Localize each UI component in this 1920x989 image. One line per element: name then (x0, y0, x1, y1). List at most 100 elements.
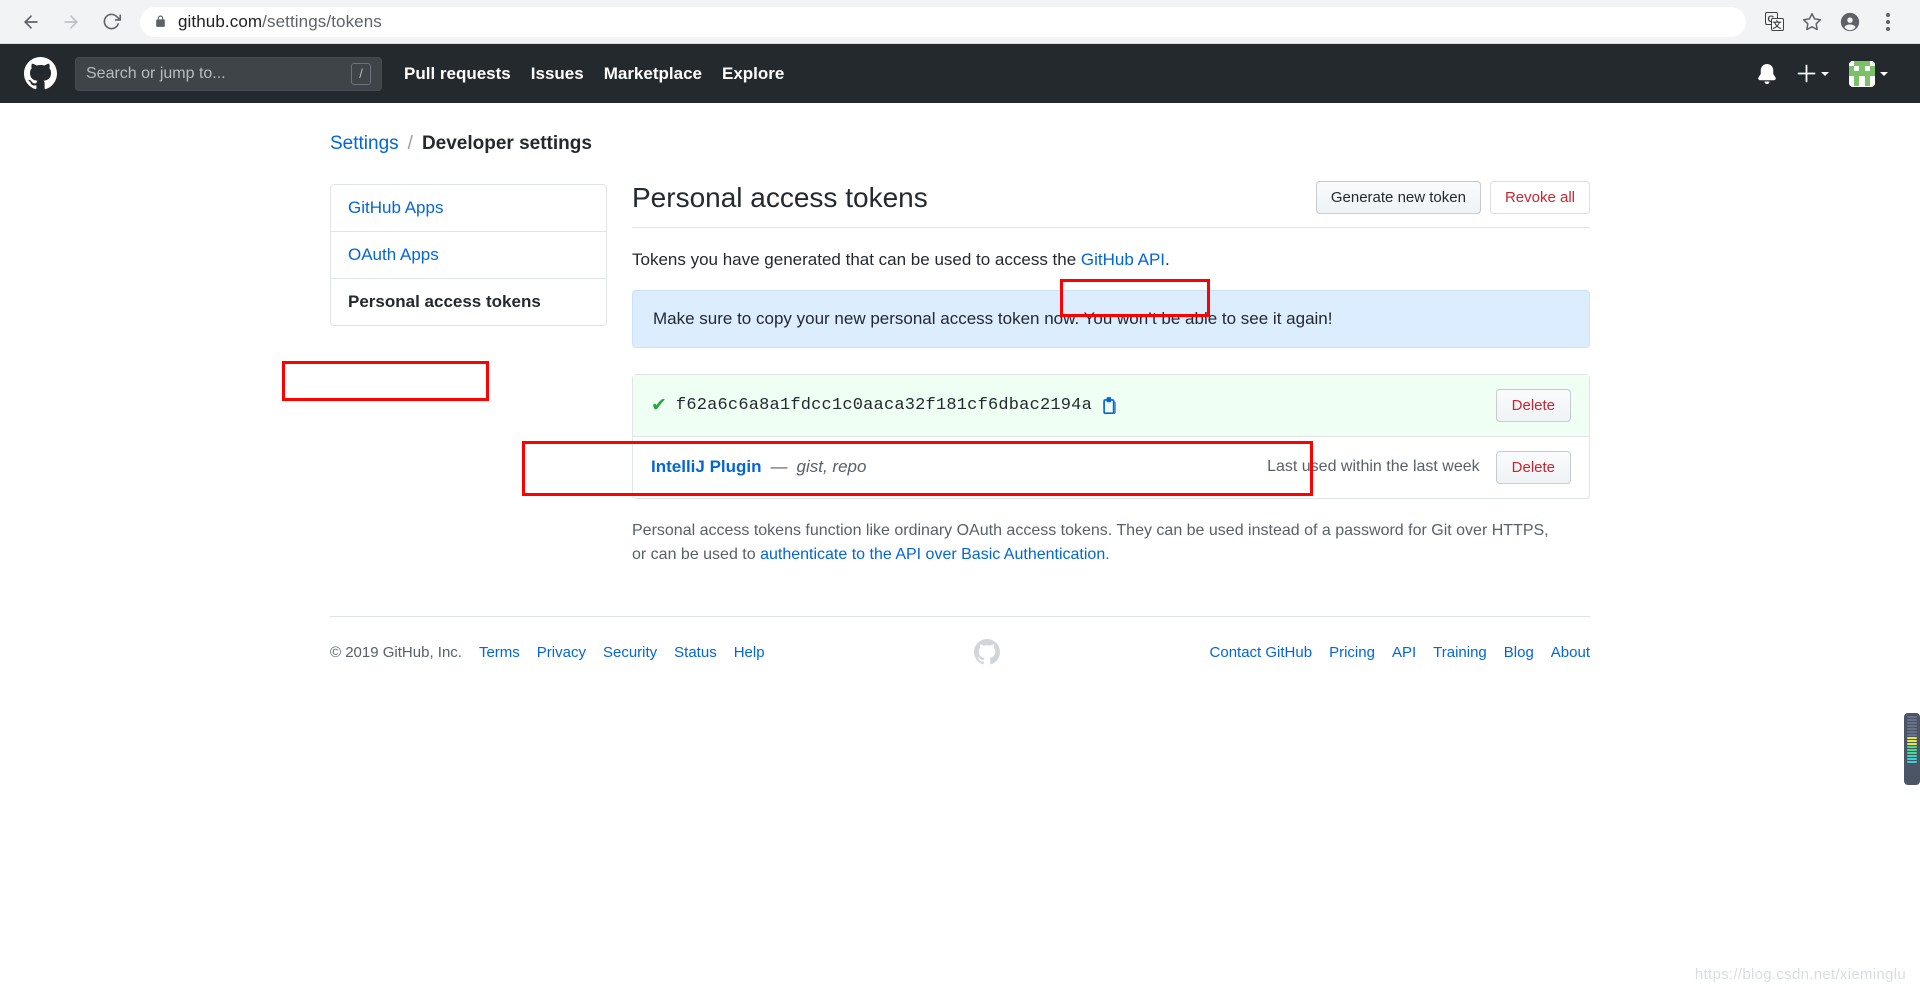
profile-button[interactable] (1832, 4, 1868, 40)
breadcrumb-settings-link[interactable]: Settings (330, 133, 399, 155)
back-button[interactable] (14, 5, 48, 39)
token-scopes: gist, repo (796, 457, 867, 477)
footer-link-status[interactable]: Status (674, 644, 717, 661)
footer-link-help[interactable]: Help (734, 644, 765, 661)
browser-nav-buttons (14, 5, 128, 39)
settings-content: Personal access tokens Generate new toke… (607, 181, 1590, 568)
browser-action-icons: G文 (1756, 4, 1906, 40)
token-name-link[interactable]: IntelliJ Plugin (651, 457, 762, 477)
revoke-all-button[interactable]: Revoke all (1489, 181, 1590, 214)
delete-button[interactable]: Delete (1495, 388, 1571, 422)
github-logo-link[interactable] (24, 57, 57, 90)
new-token-actions: Delete (1495, 388, 1571, 422)
reload-button[interactable] (94, 5, 128, 39)
github-octocat-icon (24, 57, 57, 90)
intro-text-before: Tokens you have generated that can be us… (632, 249, 1081, 269)
notifications-button[interactable] (1757, 63, 1777, 84)
bookmark-button[interactable] (1794, 4, 1830, 40)
sidebar-item-github-apps[interactable]: GitHub Apps (331, 185, 606, 232)
plus-icon (1797, 64, 1816, 83)
address-bar[interactable]: github.com/settings/tokens (140, 6, 1746, 37)
existing-token-actions: Last used within the last week Delete (1267, 450, 1571, 484)
basic-auth-link[interactable]: authenticate to the API over Basic Authe… (760, 546, 1105, 563)
nav-issues[interactable]: Issues (531, 64, 584, 84)
bell-icon (1758, 63, 1776, 84)
breadcrumb-separator: / (407, 133, 413, 154)
page-body: Settings / Developer settings GitHub App… (0, 103, 1920, 989)
forward-button[interactable] (54, 5, 88, 39)
nav-explore[interactable]: Explore (722, 64, 784, 84)
flash-message-banner: Make sure to copy your new personal acce… (632, 289, 1590, 348)
footer-right-links: Contact GitHub Pricing API Training Blog… (1210, 644, 1590, 661)
delete-button[interactable]: Delete (1495, 450, 1571, 484)
create-new-button[interactable] (1797, 64, 1829, 83)
watermark-text: https://blog.csdn.net/xieminglu (1694, 966, 1906, 983)
copyright-text: © 2019 GitHub, Inc. (330, 643, 462, 661)
search-box[interactable]: / (75, 56, 382, 91)
table-row: IntelliJ Plugin — gist, repo Last used w… (633, 437, 1589, 498)
new-token-info: ✔ f62a6c6a8a1fdcc1c0aaca32f181cf6dbac219… (651, 396, 1119, 415)
github-header-right (1757, 60, 1900, 87)
user-menu-button[interactable] (1849, 60, 1888, 87)
breadcrumb: Settings / Developer settings (330, 103, 1590, 181)
last-used-text: Last used within the last week (1267, 458, 1480, 476)
forward-arrow-icon (64, 14, 78, 29)
footer-link-pricing[interactable]: Pricing (1329, 644, 1375, 661)
nav-marketplace[interactable]: Marketplace (604, 64, 702, 84)
footer-link-blog[interactable]: Blog (1504, 644, 1534, 661)
footer-link-api[interactable]: API (1392, 644, 1416, 661)
url-path: /settings/tokens (262, 11, 382, 31)
browser-toolbar: github.com/settings/tokens G文 (0, 0, 1920, 44)
nav-pull-requests[interactable]: Pull requests (404, 64, 511, 84)
chevron-down-icon (1821, 71, 1829, 76)
tokens-intro-text: Tokens you have generated that can be us… (632, 228, 1590, 290)
token-scopes-dash: — (770, 457, 788, 477)
footer-link-contact-github[interactable]: Contact GitHub (1210, 644, 1313, 661)
footer-left-links: © 2019 GitHub, Inc. Terms Privacy Securi… (330, 644, 765, 661)
url-text: github.com/settings/tokens (178, 12, 382, 32)
settings-sidebar: GitHub Apps OAuth Apps Personal access t… (330, 181, 607, 568)
star-icon (1802, 12, 1822, 30)
screen-recorder-widget[interactable] (1904, 713, 1920, 785)
tokens-note-text: Personal access tokens function like ord… (632, 499, 1552, 569)
developer-settings-menu: GitHub Apps OAuth Apps Personal access t… (330, 184, 607, 326)
token-list: ✔ f62a6c6a8a1fdcc1c0aaca32f181cf6dbac219… (632, 373, 1590, 499)
reload-icon (103, 13, 121, 30)
settings-layout: GitHub Apps OAuth Apps Personal access t… (330, 181, 1590, 568)
page-title: Personal access tokens (632, 182, 928, 213)
lock-icon (154, 15, 167, 28)
page-container: Settings / Developer settings GitHub App… (330, 103, 1590, 665)
footer-link-about[interactable]: About (1551, 644, 1590, 661)
new-token-value: f62a6c6a8a1fdcc1c0aaca32f181cf6dbac2194a (675, 395, 1092, 415)
note-text-after: . (1105, 546, 1110, 564)
sidebar-item-personal-access-tokens[interactable]: Personal access tokens (331, 279, 606, 325)
green-check-icon: ✔ (651, 394, 667, 416)
clipboard-copy-icon[interactable] (1101, 396, 1119, 415)
search-input[interactable] (86, 64, 351, 83)
three-dot-menu-icon (1886, 12, 1890, 31)
footer-link-training[interactable]: Training (1433, 644, 1487, 661)
footer-link-security[interactable]: Security (603, 644, 657, 661)
breadcrumb-current: Developer settings (421, 133, 592, 154)
browser-menu-button[interactable] (1870, 4, 1906, 40)
generate-new-token-button[interactable]: Generate new token (1315, 181, 1481, 214)
user-avatar-icon (1849, 60, 1875, 87)
github-header: / Pull requests Issues Marketplace Explo… (0, 44, 1920, 103)
translate-button[interactable]: G文 (1756, 4, 1792, 40)
back-arrow-icon (24, 14, 38, 29)
existing-token-info: IntelliJ Plugin — gist, repo (651, 457, 866, 477)
github-main-nav: Pull requests Issues Marketplace Explore (404, 64, 784, 84)
header-actions: Generate new token Revoke all (1315, 181, 1590, 214)
page-footer: © 2019 GitHub, Inc. Terms Privacy Securi… (330, 616, 1590, 665)
footer-link-privacy[interactable]: Privacy (537, 644, 586, 661)
table-row: ✔ f62a6c6a8a1fdcc1c0aaca32f181cf6dbac219… (633, 374, 1589, 437)
footer-link-terms[interactable]: Terms (479, 644, 520, 661)
chevron-down-icon (1880, 71, 1888, 76)
translate-icon: G文 (1764, 12, 1784, 31)
github-api-link[interactable]: GitHub API (1081, 250, 1165, 269)
footer-logo (765, 639, 1210, 665)
url-domain: github.com (178, 11, 263, 31)
sidebar-item-oauth-apps[interactable]: OAuth Apps (331, 232, 606, 279)
content-header: Personal access tokens Generate new toke… (632, 181, 1590, 228)
profile-avatar-icon (1840, 12, 1860, 31)
